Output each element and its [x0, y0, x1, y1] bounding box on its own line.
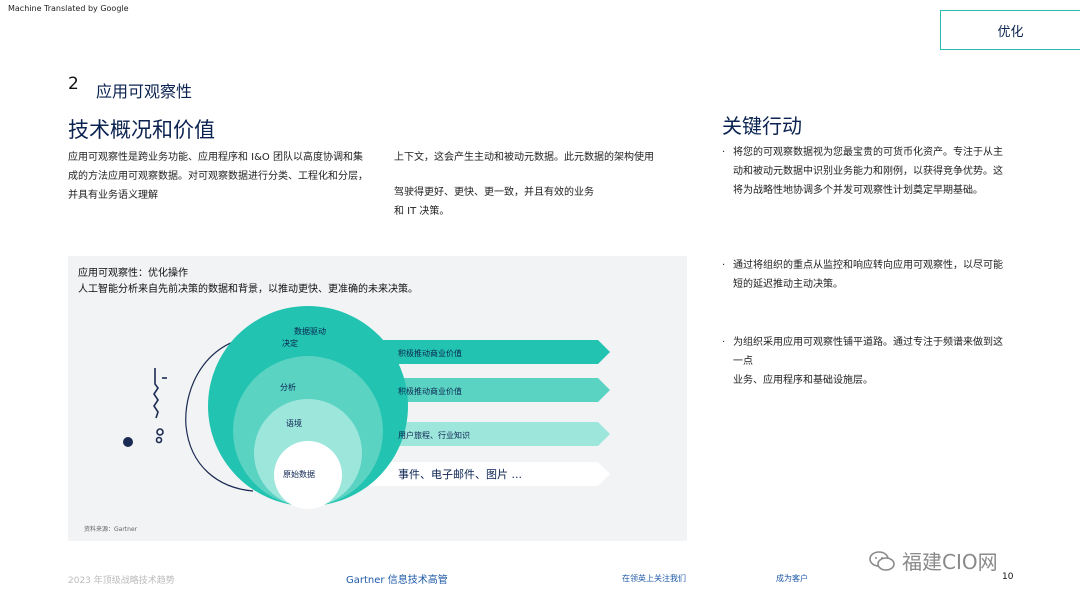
key-action-item: · 为组织采用应用可观察性铺平道路。通过专注于频谱来做到这一点 业务、应用程序和… [722, 333, 1012, 390]
layer-label: 分析 [280, 382, 296, 392]
arrow-label: 积极推动商业价值 [398, 386, 462, 396]
figure-source: 资料来源：Gartner [84, 526, 138, 533]
observability-diagram: 数据驱动 决定 分析 语境 原始数据 积极推动商业价值 积极推动商业价值 用户旅… [123, 306, 610, 509]
tab-optimize-label: 优化 [997, 24, 1024, 40]
intro-paragraph: 应用可观察性是跨业务功能、应用程序和 I&O 团队以高度协调和集成的方法应用可观… [68, 152, 368, 201]
section-title: 应用可观察性 [96, 82, 193, 101]
bullet-marker: · [722, 337, 726, 348]
layer-label: 决定 [282, 338, 298, 348]
arrow-label: 事件、电子邮件、图片 ... [398, 468, 522, 481]
loop-origin-dot [123, 437, 133, 447]
key-action-item: · 通过将组织的重点从监控和响应转向应用可观察性，以尽可能短的延迟推动主动决策。 [722, 256, 1012, 294]
figure-panel: 应用可观察性：优化操作 人工智能分析来自先前决策的数据和背景，以推动更快、更准确… [68, 256, 687, 541]
decision-paragraph: 驾驶得更好、更快、更一致，并且有效的业务和 IT 决策。 [394, 187, 594, 217]
page-number: 10 [1002, 572, 1014, 582]
watermark: 福建CIO网 [868, 546, 998, 575]
arrow-label: 用户旅程、行业知识 [398, 430, 470, 440]
page-title: 技术概况和价值 [68, 118, 215, 142]
tab-optimize[interactable]: 优化 [940, 10, 1080, 50]
arrow-label: 积极推动商业价值 [398, 348, 462, 358]
ai-brain-icon [153, 368, 167, 444]
bullet-marker: · [722, 260, 726, 271]
key-action-item: · 将您的可观察数据视为您最宝贵的可货币化资产。专注于从主动和被动元数据中识别业… [722, 143, 1012, 200]
bullet-marker: · [722, 147, 726, 158]
layer-label: 原始数据 [283, 469, 315, 479]
footer-brand: Gartner 信息技术高管 [346, 575, 448, 586]
wechat-icon [869, 550, 895, 571]
follow-linkedin-link[interactable]: 在领英上关注我们 [622, 573, 686, 584]
layer-label: 语境 [286, 418, 302, 428]
watermark-text: 福建CIO网 [902, 550, 998, 574]
layer-label: 数据驱动 [294, 326, 326, 336]
machine-translated-note: Machine Translated by Google [8, 4, 129, 13]
key-actions-title: 关键行动 [722, 114, 802, 138]
key-action-text: 为组织采用应用可观察性铺平道路。通过专注于频谱来做到这一点 业务、应用程序和基础… [733, 337, 1003, 386]
section-number: 2 [68, 74, 79, 94]
key-action-text: 将您的可观察数据视为您最宝贵的可货币化资产。专注于从主动和被动元数据中识别业务能… [733, 147, 1003, 196]
footer-report-title: 2023 年顶级战略技术趋势 [68, 576, 175, 586]
key-action-text: 通过将组织的重点从监控和响应转向应用可观察性，以尽可能短的延迟推动主动决策。 [733, 260, 1003, 290]
become-client-link[interactable]: 成为客户 [776, 573, 808, 584]
context-paragraph: 上下文，这会产生主动和被动元数据。此元数据的架构使用 [394, 152, 654, 163]
